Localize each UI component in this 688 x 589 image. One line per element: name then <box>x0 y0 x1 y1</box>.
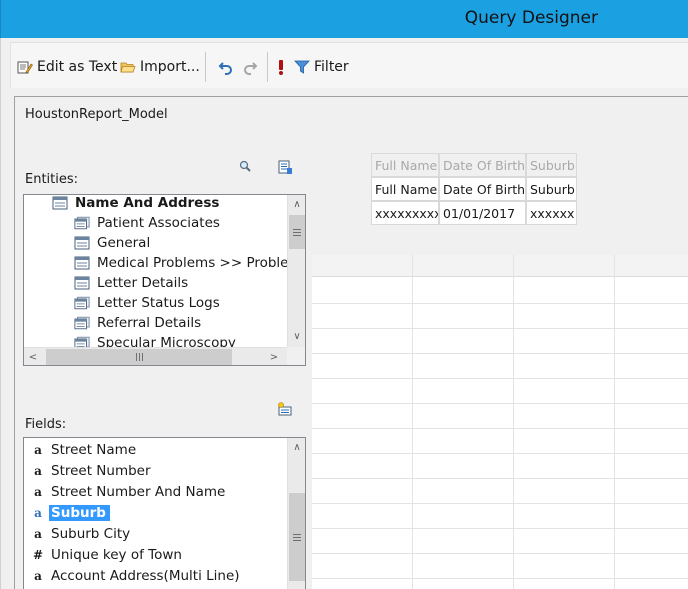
field-item-suburb[interactable]: a Suburb <box>32 503 110 523</box>
find-entity-icon[interactable] <box>237 159 253 175</box>
entity-icon <box>74 256 90 270</box>
entity-item-patient-associates[interactable]: Patient Associates <box>74 213 220 233</box>
field-item-unique-key-of-town[interactable]: # Unique key of Town <box>32 545 182 565</box>
fields-vertical-scrollbar[interactable]: ∧ <box>287 438 305 589</box>
title-bar: Query Designer <box>0 0 688 38</box>
entities-horizontal-scrollbar[interactable]: < > <box>24 347 289 365</box>
entity-item-referral-details[interactable]: Referral Details <box>74 313 201 333</box>
exclamation-run-button[interactable] <box>273 57 289 77</box>
window-title: Query Designer <box>464 8 598 28</box>
text-field-icon: a <box>34 443 42 457</box>
entity-collection-icon <box>74 296 90 310</box>
toolbar: Edit as Text Import... Filter <box>10 42 688 88</box>
entity-item-name-and-address[interactable]: Name And Address <box>52 195 220 213</box>
entity-item-label: Medical Problems >> Problem <box>97 255 302 271</box>
field-item-label: Suburb City <box>51 526 131 542</box>
entity-icon <box>74 236 90 250</box>
entity-item-medical-problems-problem[interactable]: Medical Problems >> Problem <box>74 253 302 273</box>
import-button[interactable]: Import... <box>120 57 200 77</box>
column-header-date-of-birth[interactable]: Date Of Birth <box>439 177 526 201</box>
entity-item-label: Letter Details <box>97 275 189 291</box>
column-header-full-name[interactable]: Full Name <box>371 177 439 201</box>
entity-item-label: Name And Address <box>75 195 220 211</box>
filter-icon <box>294 59 310 75</box>
open-folder-icon <box>120 59 136 75</box>
edit-as-text-button[interactable]: Edit as Text <box>17 57 117 77</box>
entity-item-letter-status-logs[interactable]: Letter Status Logs <box>74 293 220 313</box>
text-field-icon: a <box>34 569 42 583</box>
entities-vertical-scrollbar[interactable]: ∧ ∨ <box>287 195 305 347</box>
filter-button[interactable]: Filter <box>294 57 349 77</box>
undo-button[interactable] <box>218 57 234 77</box>
field-item-label: Unique key of Town <box>51 547 182 563</box>
exclamation-icon <box>273 59 289 75</box>
ghost-header-date-of-birth: Date Of Birth <box>439 153 526 177</box>
preview-cell-full-name: xxxxxxxxx <box>371 201 439 225</box>
preview-cell-date-of-birth: 01/01/2017 <box>439 201 526 225</box>
number-field-icon: # <box>32 548 44 562</box>
entity-item-letter-details[interactable]: Letter Details <box>74 273 188 293</box>
field-item-account-address-multi-line[interactable]: a Account Address(Multi Line) <box>32 566 240 586</box>
entity-icon <box>74 276 90 290</box>
model-name: HoustonReport_Model <box>25 107 168 122</box>
field-item-label: Street Number And Name <box>51 484 226 500</box>
scroll-up-arrow-icon[interactable]: ∧ <box>288 438 305 456</box>
undo-icon <box>218 59 234 75</box>
import-label: Import... <box>140 59 200 75</box>
edit-text-icon <box>17 59 33 75</box>
entities-list[interactable]: Name And Address Patient Associates Genera… <box>23 194 306 366</box>
entities-label: Entities: <box>25 172 79 187</box>
fields-label: Fields: <box>25 417 67 432</box>
fields-list[interactable]: a Street Name a Street Number a Street Number… <box>23 437 306 589</box>
ghost-header-full-name: Full Name <box>371 153 439 177</box>
scroll-down-arrow-icon[interactable]: ∨ <box>288 327 305 345</box>
scroll-up-arrow-icon[interactable]: ∧ <box>288 195 305 213</box>
ghost-header-suburb: Suburb <box>526 153 577 177</box>
designer-main-panel: HoustonReport_Model Entities: Name And A… <box>14 96 688 589</box>
grid-header-row <box>312 255 688 277</box>
edit-as-text-label: Edit as Text <box>37 59 118 75</box>
scroll-thumb[interactable] <box>289 493 305 581</box>
entity-item-label: Letter Status Logs <box>97 295 220 311</box>
entity-item-label: General <box>97 235 151 251</box>
query-result-grid[interactable] <box>312 255 688 589</box>
entity-properties-icon[interactable] <box>277 159 293 175</box>
new-field-icon[interactable] <box>277 401 293 417</box>
column-header-suburb[interactable]: Suburb <box>526 177 577 201</box>
field-item-label: Account Address(Multi Line) <box>51 568 240 584</box>
field-item-street-number-and-name[interactable]: a Street Number And Name <box>32 482 225 502</box>
scroll-corner <box>287 347 305 365</box>
text-field-icon: a <box>34 464 42 478</box>
horizontal-scroll-thumb[interactable] <box>46 349 232 365</box>
entity-icon <box>52 196 68 210</box>
entity-item-general[interactable]: General <box>74 233 150 253</box>
redo-icon <box>242 59 258 75</box>
filter-label: Filter <box>314 59 349 75</box>
entity-collection-icon <box>74 316 90 330</box>
text-field-icon: a <box>34 506 42 520</box>
preview-cell-suburb: xxxxxx <box>526 201 577 225</box>
entity-item-label: Referral Details <box>97 315 202 331</box>
scroll-right-arrow-icon[interactable]: > <box>265 348 283 365</box>
query-designer-window: Edit as Text Import... Filter HoustonRep… <box>0 38 688 589</box>
field-item-street-name[interactable]: a Street Name <box>32 440 136 460</box>
toolbar-separator <box>267 52 268 82</box>
field-item-label: Street Number <box>51 463 151 479</box>
scroll-left-arrow-icon[interactable]: < <box>24 348 42 365</box>
field-item-suburb-city[interactable]: a Suburb City <box>32 524 130 544</box>
field-item-label: Suburb <box>49 505 110 521</box>
field-item-label: Street Name <box>51 442 137 458</box>
entity-item-label: Patient Associates <box>97 215 220 231</box>
scroll-thumb[interactable] <box>289 215 305 249</box>
redo-button[interactable] <box>242 57 258 77</box>
text-field-icon: a <box>34 527 42 541</box>
text-field-icon: a <box>34 485 42 499</box>
field-item-street-number[interactable]: a Street Number <box>32 461 151 481</box>
entity-collection-icon <box>74 216 90 230</box>
toolbar-separator <box>205 52 206 82</box>
